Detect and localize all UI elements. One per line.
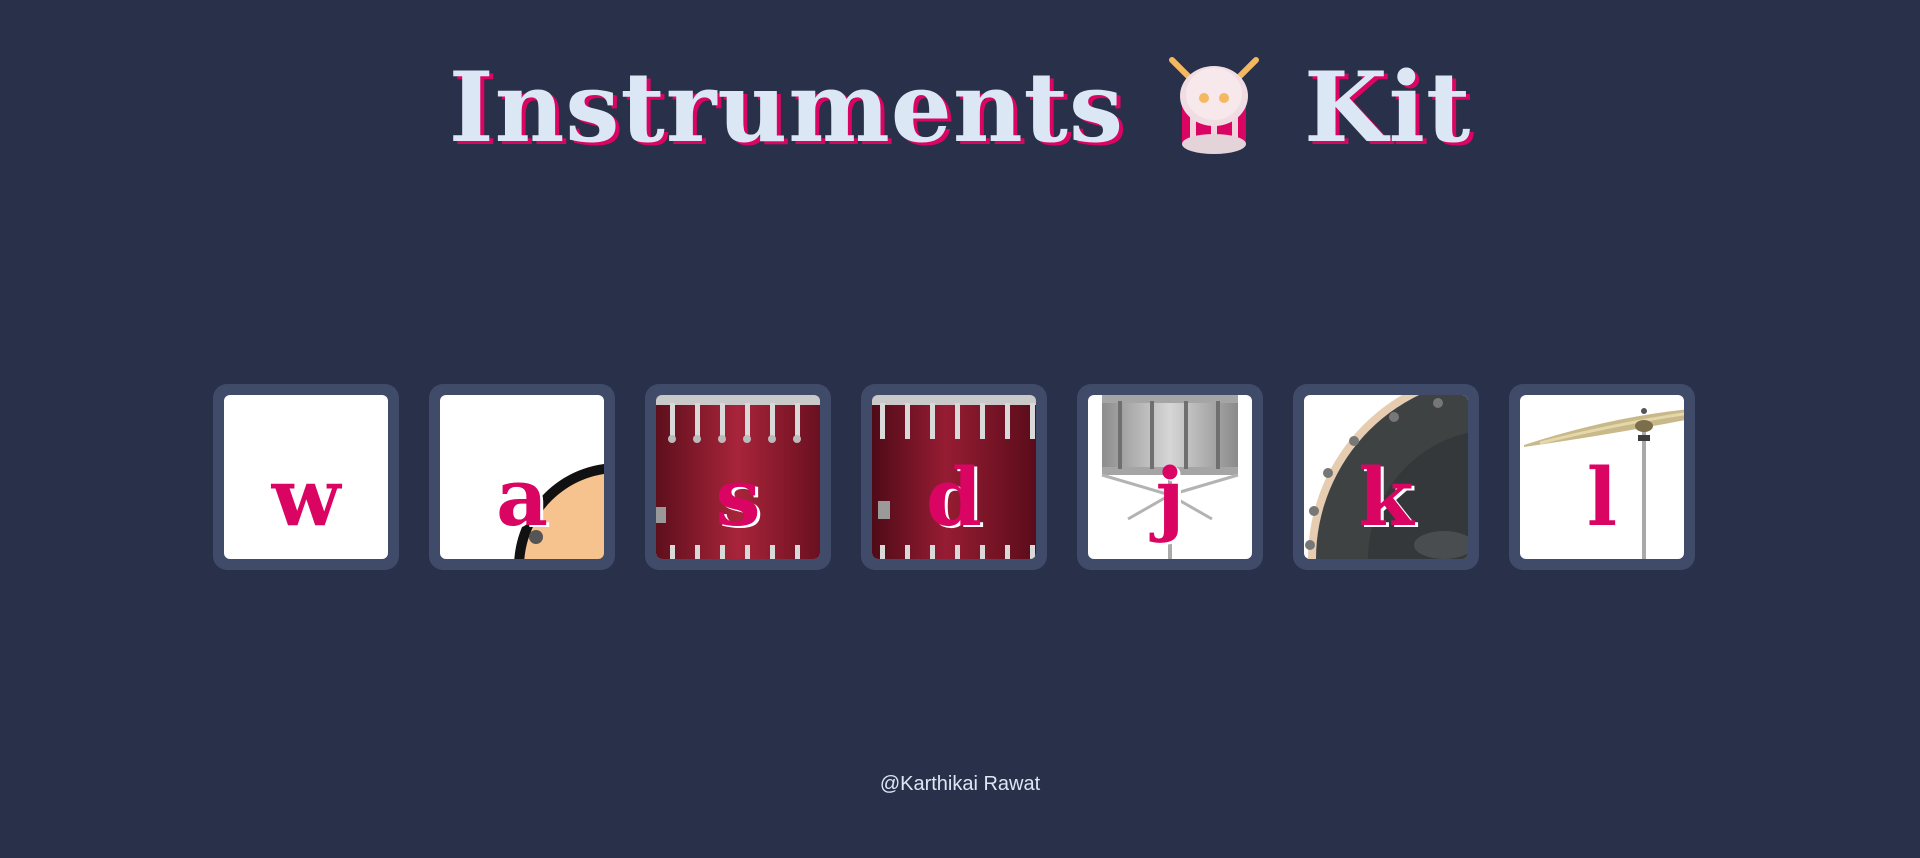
key-letter: l	[1586, 450, 1618, 544]
drum-tile: w	[224, 395, 388, 559]
drum-key-j[interactable]: j	[1077, 384, 1263, 570]
author-credit: @Karthikai Rawat	[879, 773, 1041, 795]
page-title: Instruments Kit	[0, 52, 1920, 164]
drum-tile: a	[440, 395, 604, 559]
drum-key-w[interactable]: w	[213, 384, 399, 570]
drum-keys: w a s d j k l	[213, 384, 1695, 570]
drum-tile: l	[1520, 395, 1684, 559]
drum-tile: s	[656, 395, 820, 559]
key-letter: s	[715, 450, 761, 544]
key-letter: w	[271, 450, 341, 544]
drum-key-a[interactable]: a	[429, 384, 615, 570]
drum-key-s[interactable]: s	[645, 384, 831, 570]
drum-key-d[interactable]: d	[861, 384, 1047, 570]
key-letter: j	[1155, 450, 1185, 544]
drum-key-k[interactable]: k	[1293, 384, 1479, 570]
drum-tile: k	[1304, 395, 1468, 559]
key-letter: d	[926, 450, 982, 544]
drum-tile: j	[1088, 395, 1252, 559]
drum-icon	[1169, 57, 1260, 154]
title-text-kit: Kit	[1304, 51, 1472, 164]
key-letter: k	[1358, 450, 1414, 544]
drum-tile: d	[872, 395, 1036, 559]
key-letter: a	[496, 450, 548, 544]
drum-key-l[interactable]: l	[1509, 384, 1695, 570]
title-text-instruments: Instruments	[448, 51, 1125, 164]
